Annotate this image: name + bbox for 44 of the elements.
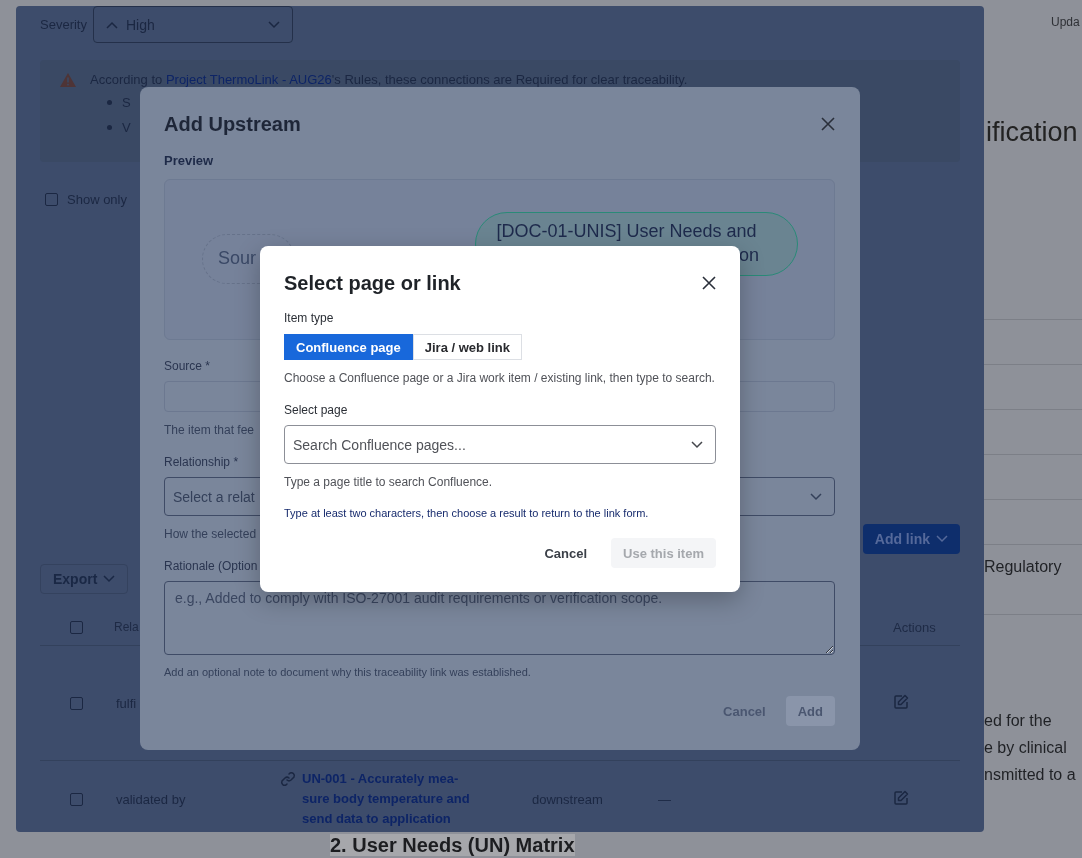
select-all-checkbox[interactable] bbox=[69, 620, 83, 634]
helper-text: The item that fee bbox=[164, 422, 256, 438]
preview-label: Preview bbox=[164, 152, 215, 170]
page-heading: ification bbox=[985, 116, 1079, 149]
link-icon bbox=[280, 771, 296, 787]
chevron-down-icon bbox=[936, 535, 948, 543]
select-page-label: Select page bbox=[284, 402, 349, 418]
chevron-up-icon bbox=[105, 20, 118, 29]
paragraph-line: ed for the bbox=[984, 711, 1053, 731]
helper-text: Add an optional note to document why this traceability link was established. bbox=[164, 665, 532, 680]
item-type-tab[interactable]: Jira / web link bbox=[412, 334, 522, 360]
chevron-down-icon bbox=[103, 575, 116, 583]
table-cell: Regulatory bbox=[984, 558, 1062, 575]
section-heading: 2. User Needs (UN) Matrix bbox=[330, 834, 575, 856]
filter-checkbox[interactable] bbox=[45, 193, 58, 206]
edit-icon[interactable] bbox=[893, 693, 909, 710]
add-link-button[interactable]: Add link bbox=[862, 524, 960, 554]
field-label: Rationale (Option bbox=[164, 558, 259, 574]
paragraph-line: e by clinical bbox=[984, 738, 1068, 758]
hint-text: Choose a Confluence page or a Jira work item / existing link, then type to search. bbox=[284, 370, 716, 386]
item-type-tab[interactable]: Confluence page bbox=[284, 334, 413, 360]
rationale-textarea[interactable]: e.g., Added to comply with ISO-27001 audit requirements or verification scope. bbox=[164, 581, 835, 655]
warning-icon bbox=[60, 73, 76, 87]
modal-title: Add Upstream bbox=[164, 112, 301, 137]
bullet-icon bbox=[107, 100, 112, 105]
updated-label: Upda bbox=[1050, 14, 1081, 30]
row-checkbox[interactable] bbox=[69, 792, 83, 806]
chevron-down-icon bbox=[267, 20, 280, 29]
field-label: Source * bbox=[164, 358, 212, 374]
close-icon[interactable] bbox=[702, 276, 716, 290]
paragraph-line: nsmitted to a bbox=[984, 765, 1077, 785]
chevron-down-icon bbox=[810, 492, 822, 501]
helper-text: How the selected bbox=[164, 526, 258, 542]
chevron-down-icon bbox=[691, 441, 703, 449]
edit-icon[interactable] bbox=[893, 789, 909, 806]
row-checkbox[interactable] bbox=[69, 696, 83, 710]
note-text: Type at least two characters, then choose a result to return to the link form. bbox=[284, 506, 650, 521]
item-type-label: Item type bbox=[284, 310, 335, 326]
page-search-field[interactable]: Search Confluence pages... bbox=[284, 425, 716, 464]
field-label: Relationship * bbox=[164, 454, 240, 470]
table-cell: — bbox=[658, 791, 671, 807]
cancel-button[interactable]: Cancel bbox=[532, 538, 600, 568]
search-help-text: Type a page title to search Confluence. bbox=[284, 474, 494, 490]
bullet-icon bbox=[107, 125, 112, 130]
